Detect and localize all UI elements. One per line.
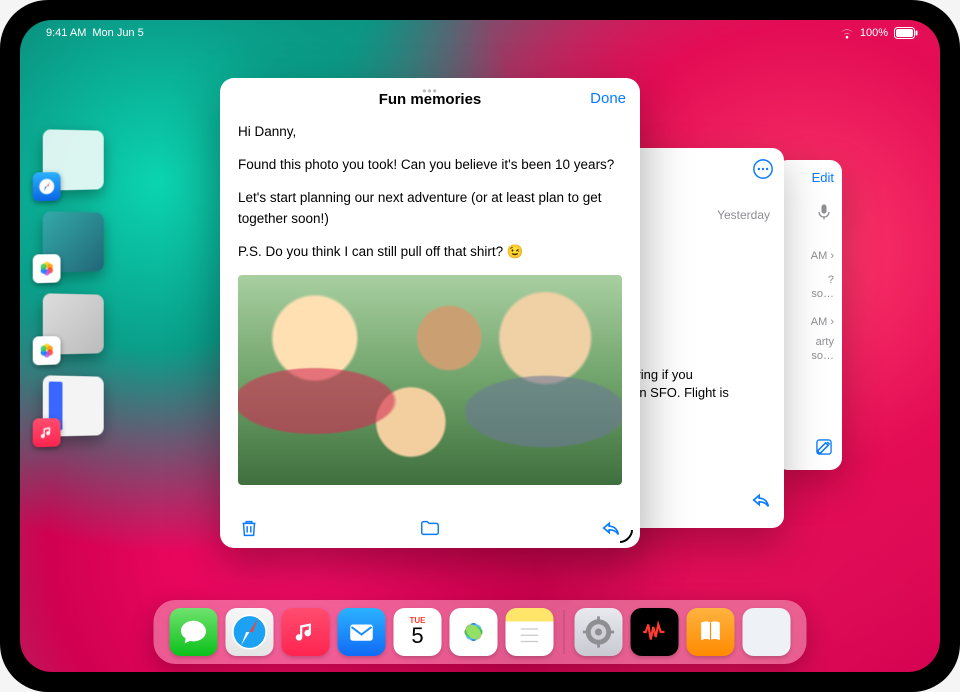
trash-icon[interactable] — [238, 517, 260, 539]
edit-button[interactable]: Edit — [812, 170, 834, 185]
stage-manager-strip — [42, 130, 126, 436]
dock: TUE 5 — [154, 600, 807, 664]
stage-thumb-photos-2[interactable] — [43, 293, 104, 355]
dock-app-safari[interactable] — [226, 608, 274, 656]
compose-icon[interactable] — [814, 437, 834, 460]
resize-handle-icon[interactable] — [616, 526, 634, 544]
dock-app-music[interactable] — [282, 608, 330, 656]
window-grabber-icon[interactable]: ••• — [422, 84, 438, 98]
dock-recent-apps-group[interactable] — [743, 608, 791, 656]
ipad-device-frame: 9:41 AM Mon Jun 5 100% — [0, 0, 960, 692]
battery-icon — [894, 27, 918, 39]
photos-icon — [33, 336, 61, 365]
dock-app-books[interactable] — [687, 608, 735, 656]
dock-app-messages[interactable] — [170, 608, 218, 656]
battery-percent: 100% — [860, 27, 888, 39]
mail-body[interactable]: Hi Danny, Found this photo you took! Can… — [220, 122, 640, 508]
dock-app-settings[interactable] — [575, 608, 623, 656]
list-row: so… — [811, 350, 834, 362]
mail-compose-window[interactable]: ••• Fun memories Done Hi Danny, Found th… — [220, 78, 640, 548]
list-row: ? — [828, 274, 834, 286]
mail-toolbar — [220, 508, 640, 548]
dock-app-photos[interactable] — [450, 608, 498, 656]
dock-app-voice-memos[interactable] — [631, 608, 679, 656]
list-row-time: AM › — [811, 316, 834, 328]
status-date: Mon Jun 5 — [92, 27, 143, 39]
status-bar: 9:41 AM Mon Jun 5 100% — [20, 20, 940, 42]
list-row: so… — [811, 288, 834, 300]
background-window-mail-list[interactable]: Edit AM › ? so… AM › arty so… — [776, 160, 842, 470]
list-row-time: AM › — [811, 250, 834, 262]
ipad-screen: 9:41 AM Mon Jun 5 100% — [20, 20, 940, 672]
mail-paragraph: Found this photo you took! Can you belie… — [238, 155, 622, 176]
status-time: 9:41 AM — [46, 27, 86, 39]
reply-icon[interactable] — [750, 489, 772, 514]
dock-app-notes[interactable] — [506, 608, 554, 656]
mic-icon[interactable] — [814, 202, 834, 222]
music-icon — [33, 418, 61, 447]
stage-thumb-photos-1[interactable] — [43, 211, 104, 273]
photos-icon — [33, 254, 61, 283]
mail-paragraph: P.S. Do you think I can still pull off t… — [238, 242, 622, 263]
list-row: arty — [816, 336, 834, 348]
mail-paragraph: Hi Danny, — [238, 122, 622, 143]
stage-thumb-music[interactable] — [43, 375, 104, 437]
mail-attached-photo[interactable] — [238, 275, 622, 485]
safari-icon — [33, 172, 61, 201]
mail-paragraph: Let's start planning our next adventure … — [238, 188, 622, 230]
date-label: Yesterday — [717, 208, 770, 222]
wifi-icon — [840, 28, 854, 39]
done-button[interactable]: Done — [590, 90, 626, 107]
calendar-day: 5 — [411, 625, 423, 647]
stage-thumb-safari[interactable] — [43, 129, 104, 191]
dock-separator — [564, 610, 565, 654]
dock-app-calendar[interactable]: TUE 5 — [394, 608, 442, 656]
folder-icon[interactable] — [418, 517, 442, 539]
mail-header: ••• Fun memories Done — [220, 78, 640, 122]
dock-app-mail[interactable] — [338, 608, 386, 656]
more-icon[interactable] — [752, 158, 774, 183]
